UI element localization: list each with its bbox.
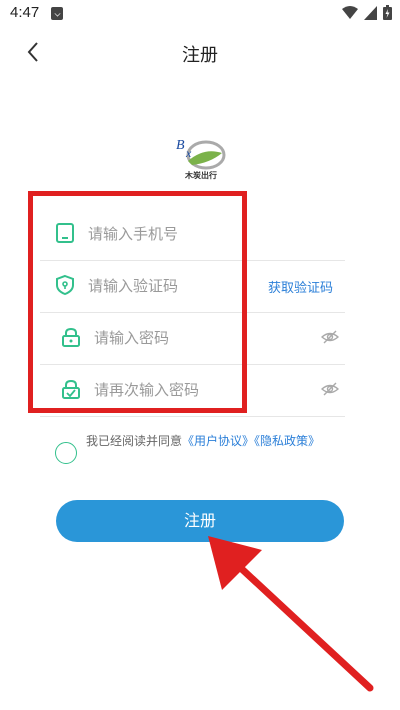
user-agreement-link[interactable]: 《用户协议》 — [182, 434, 254, 448]
password-input[interactable]: 请输入密码 — [94, 327, 169, 348]
status-bar: 4:47 — [0, 0, 400, 28]
notification-icon — [51, 7, 63, 20]
page-title: 注册 — [182, 45, 218, 66]
phone-field[interactable]: 请输入手机号 — [40, 208, 345, 261]
status-icons — [342, 5, 392, 20]
svg-text:B: B — [176, 138, 185, 153]
wifi-icon — [342, 5, 358, 19]
signal-icon — [364, 5, 377, 20]
logo-text: 木炭出行 — [185, 171, 217, 180]
confirm-password-input[interactable]: 请再次输入密码 — [94, 379, 199, 400]
svg-text:x: x — [185, 146, 192, 160]
battery-icon — [383, 5, 392, 20]
agreement-checkbox[interactable] — [55, 442, 77, 464]
register-button[interactable]: 注册 — [56, 500, 344, 542]
agreement-prefix: 我已经阅读并同意 — [86, 434, 183, 448]
get-code-button[interactable]: 获取验证码 — [268, 277, 333, 296]
verification-code-field[interactable]: 请输入验证码 获取验证码 — [40, 260, 345, 313]
agreement-text: 我已经阅读并同意《用户协议》《隐私政策》 — [86, 432, 346, 451]
shield-icon — [56, 274, 74, 296]
phone-icon — [56, 223, 74, 243]
status-time: 4:47 — [10, 4, 40, 21]
confirm-password-field[interactable]: 请再次输入密码 — [40, 364, 345, 417]
verification-code-input[interactable]: 请输入验证码 — [88, 275, 178, 296]
eye-off-icon[interactable] — [321, 328, 339, 346]
annotation-arrow — [208, 536, 374, 692]
lock-check-icon — [62, 379, 80, 399]
phone-input[interactable]: 请输入手机号 — [88, 223, 178, 244]
privacy-policy-link[interactable]: 《隐私政策》 — [254, 434, 320, 448]
password-field[interactable]: 请输入密码 — [40, 312, 345, 365]
eye-off-icon[interactable] — [321, 380, 339, 398]
lock-icon — [62, 327, 80, 347]
